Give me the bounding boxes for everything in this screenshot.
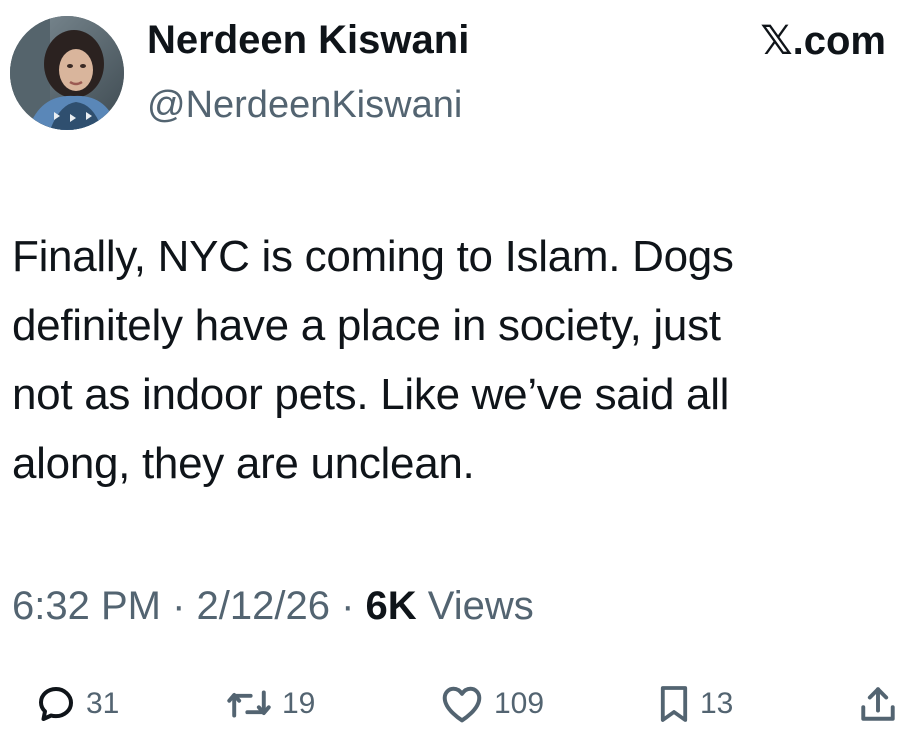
bookmark-count: 13	[700, 687, 734, 720]
bookmark-button[interactable]: 13	[658, 676, 733, 732]
like-icon	[442, 686, 482, 723]
avatar-photo	[10, 16, 124, 130]
reply-icon	[39, 687, 73, 721]
tweet-meta: 6:32 PM · 2/12/26 · 6K Views	[12, 578, 534, 634]
author-display-name[interactable]: Nerdeen Kiswani	[147, 14, 469, 66]
share-icon	[861, 687, 895, 721]
reply-button[interactable]: 31	[36, 676, 119, 732]
meta-separator: ·	[329, 584, 366, 628]
tweet-line: Finally, NYC is coming to Islam. Dogs	[12, 232, 734, 281]
tweet-line: not as indoor pets. Like we’ve said all	[12, 370, 730, 419]
views-label: Views	[416, 584, 534, 628]
repost-button[interactable]: 19	[226, 676, 315, 732]
repost-count: 19	[282, 687, 316, 720]
action-bar: 31 19 109 13	[0, 676, 922, 732]
tweet-time[interactable]: 6:32 PM	[12, 584, 161, 628]
reply-count: 31	[86, 687, 120, 720]
repost-icon	[227, 690, 271, 718]
tweet-text: Finally, NYC is coming to Islam. Dogs de…	[12, 222, 912, 498]
avatar[interactable]	[10, 16, 124, 130]
meta-separator: ·	[160, 584, 197, 628]
like-count: 109	[494, 687, 545, 720]
views-count: 6K	[365, 584, 417, 628]
share-button[interactable]	[860, 676, 896, 732]
bookmark-icon	[660, 686, 688, 722]
tweet-date[interactable]: 2/12/26	[197, 584, 330, 628]
tweet-line: definitely have a place in society, just	[12, 301, 721, 350]
author-handle[interactable]: @NerdeenKiswani	[147, 80, 462, 130]
tweet-line: along, they are unclean.	[12, 439, 475, 488]
x-com-logo: 𝕏.com	[760, 19, 886, 63]
like-button[interactable]: 109	[440, 676, 544, 732]
